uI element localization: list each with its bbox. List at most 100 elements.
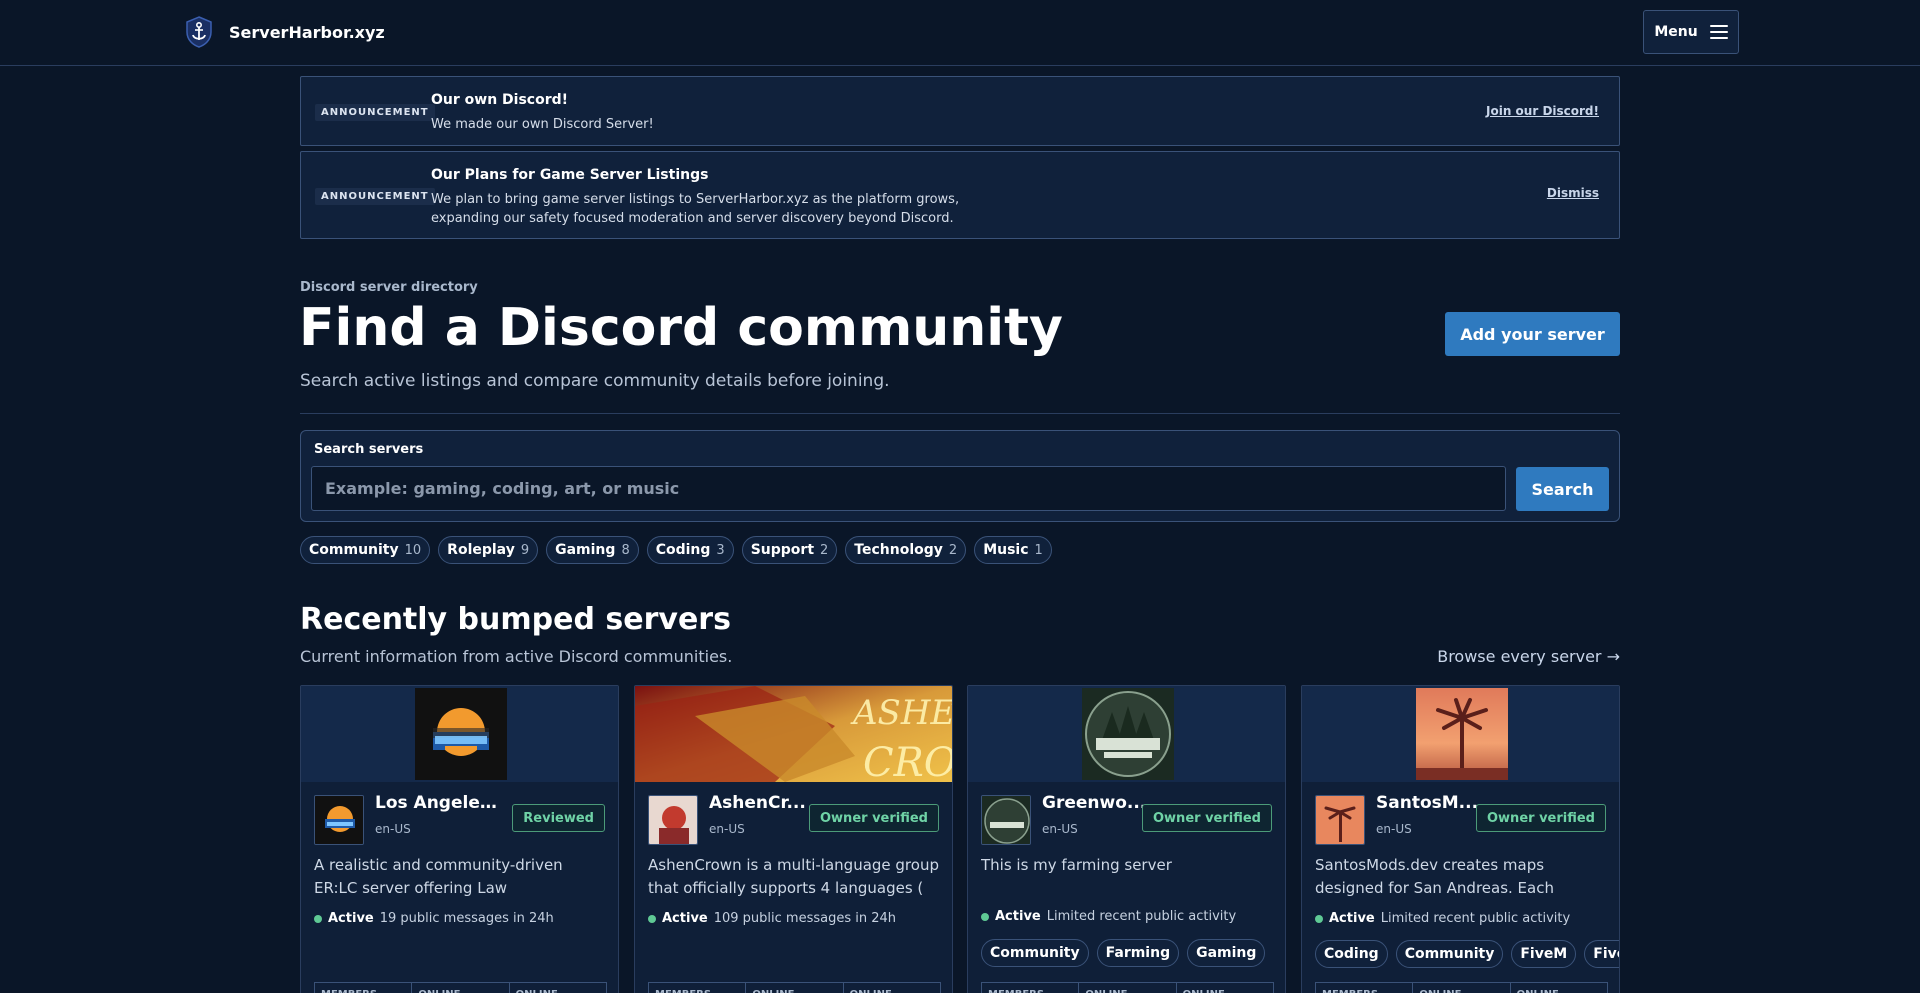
activity-text: 19 public messages in 24h [379,911,554,926]
server-card[interactable]: ASHEN CROWN AshenCr... en-US Owner verif… [634,685,953,993]
tag-count: 9 [520,542,530,558]
stat-online-label: ONLINE [746,983,844,993]
server-avatar [1315,795,1365,845]
section-subtitle: Current information from active Discord … [300,647,733,666]
stat-online-label: ONLINE [844,983,940,993]
tag-community[interactable]: Community 10 [300,536,431,564]
stat-members-label: MEMBERS [982,983,1080,993]
search-panel: Search servers Search [300,430,1620,522]
server-description: SantosMods.dev creates maps designed for… [1315,856,1554,897]
status-badge: Owner verified [809,804,939,832]
server-tag[interactable]: Community [1395,940,1504,968]
tag-gaming[interactable]: Gaming 8 [546,536,639,564]
server-description: AshenCrown is a multi-language group tha… [648,856,939,897]
active-dot-icon [314,914,322,923]
brand[interactable]: ServerHarbor.xyz [185,16,385,48]
server-tag[interactable]: FiveM [1511,940,1577,968]
server-card[interactable]: SantosM... en-US Owner verified SantosMo… [1301,685,1620,993]
page-subtitle: Search active listings and compare commu… [300,371,890,391]
brand-name: ServerHarbor.xyz [229,22,385,42]
server-stats: MEMBERS ONLINE ONLINE [1315,982,1608,993]
stat-online-label: ONLINE [1079,983,1177,993]
join-discord-link[interactable]: Join our Discord! [1486,104,1599,118]
tag-label: Community [309,542,399,558]
server-avatar [981,795,1031,845]
status-label: Active [328,911,374,926]
status-badge: Owner verified [1142,804,1272,832]
card-banner: ASHEN CROWN [635,686,953,782]
status-label: Active [662,911,708,926]
svg-text:ASHEN: ASHEN [850,693,953,733]
stat-online-label: ONLINE [510,983,606,993]
server-avatar-image [1316,796,1364,844]
server-locale: en-US [375,822,411,836]
search-input[interactable] [311,466,1506,511]
tag-roleplay[interactable]: Roleplay 9 [438,536,539,564]
announcement-text: We plan to bring game server listings to… [431,192,960,226]
tag-label: Music [983,542,1029,558]
add-server-button[interactable]: Add your server [1445,312,1620,356]
top-navigation-bar: ServerHarbor.xyz Menu [0,0,1920,66]
server-stats: MEMBERS ONLINE ONLINE [648,982,941,993]
activity-text: Limited recent public activity [1046,909,1237,924]
server-description: This is my farming server [981,856,1172,874]
tag-count: 10 [404,542,422,558]
server-stats: MEMBERS ONLINE ONLINE [314,982,607,993]
server-locale: en-US [709,822,745,836]
search-label: Search servers [314,442,424,457]
announcement-title: Our own Discord! [431,92,569,108]
server-card[interactable]: Los Angeles ... en-US Reviewed A realist… [300,685,619,993]
menu-button[interactable]: Menu [1643,10,1739,54]
tag-label: Gaming [555,542,616,558]
announcement-tag: ANNOUNCEMENT [315,188,435,205]
activity-status: Active Limited recent public activity [981,909,1236,924]
anchor-shield-logo-icon [186,16,212,48]
tag-label: Support [750,542,815,558]
server-tags: Coding Community FiveM Fivel [1315,940,1619,968]
stat-online-label: ONLINE [1511,983,1607,993]
stat-online-label: ONLINE [1177,983,1273,993]
menu-label: Menu [1654,24,1698,40]
server-tags: Community Farming Gaming [981,939,1266,967]
tag-label: Technology [854,542,943,558]
tag-count: 3 [716,542,725,558]
announcement-game-server-plans: ANNOUNCEMENT Our Plans for Game Server L… [300,151,1620,239]
svg-text:CROWN: CROWN [863,740,953,782]
tag-music[interactable]: Music 1 [974,536,1052,564]
activity-status: Active 19 public messages in 24h [314,911,554,926]
tag-label: Roleplay [447,542,515,558]
tag-coding[interactable]: Coding 3 [646,536,734,564]
stat-online-label: ONLINE [1413,983,1511,993]
hamburger-icon [1709,25,1728,39]
active-dot-icon [981,912,989,921]
stat-members-label: MEMBERS [315,983,413,993]
server-description: A realistic and community-driven ER:LC s… [314,856,563,897]
server-tag[interactable]: Farming [1096,939,1180,967]
activity-text: Limited recent public activity [1380,911,1571,926]
stat-members-label: MEMBERS [649,983,747,993]
server-avatar [314,795,364,845]
tag-count: 2 [820,542,829,558]
announcement-discord: ANNOUNCEMENT Our own Discord! We made ou… [300,76,1620,146]
activity-text: 109 public messages in 24h [713,911,897,926]
tag-support[interactable]: Support 2 [741,536,838,564]
server-tag[interactable]: Coding [1315,940,1388,968]
active-dot-icon [648,914,656,923]
stat-online-label: ONLINE [412,983,510,993]
server-banner-image: ASHEN CROWN [635,686,953,782]
server-tag[interactable]: Gaming [1187,939,1266,967]
tag-count: 2 [948,542,958,558]
tag-technology[interactable]: Technology 2 [845,536,967,564]
announcement-text: We made our own Discord Server! [431,117,654,132]
server-tag[interactable]: Fivel [1584,940,1619,968]
server-avatar-image [982,796,1030,844]
card-banner [1302,686,1619,782]
browse-all-link[interactable]: Browse every server → [1437,647,1620,666]
dismiss-link[interactable]: Dismiss [1547,186,1599,200]
server-card[interactable]: Greenwo... en-US Owner verified This is … [967,685,1286,993]
activity-status: Active 109 public messages in 24h [648,911,896,926]
server-tag[interactable]: Community [981,939,1089,967]
tag-label: Coding [655,542,711,558]
search-button[interactable]: Search [1516,467,1609,511]
server-locale: en-US [1042,822,1078,836]
